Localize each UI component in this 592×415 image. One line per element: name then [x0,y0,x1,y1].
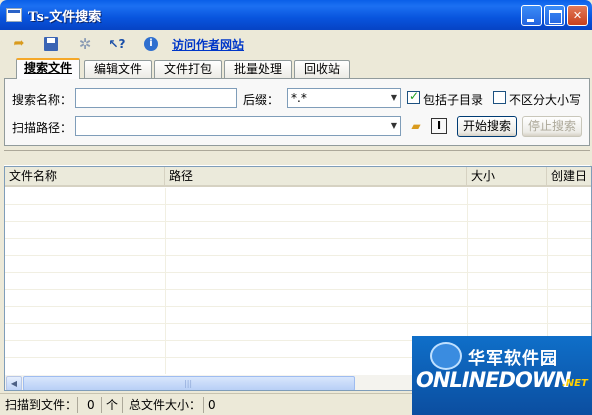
tab-batch-process[interactable]: 批量处理 [224,60,292,78]
column-header-created[interactable]: 创建日 [547,167,591,187]
stop-search-button[interactable]: 停止搜索 [522,116,582,137]
scanned-files-label: 扫描到文件： [2,397,78,413]
watermark-cn: 华军软件园 [468,349,558,369]
scroll-thumb[interactable] [23,376,355,390]
maximize-button[interactable] [544,5,565,26]
case-insensitive-checkbox[interactable] [493,91,506,104]
save-icon[interactable] [42,35,60,53]
scan-path-combobox[interactable]: ▼ [75,116,401,136]
column-divider [165,188,166,378]
case-insensitive-label: 不区分大小写 [509,93,582,107]
total-size-label: 总文件大小： [126,397,204,413]
tab-edit-files[interactable]: 编辑文件 [84,60,152,78]
chevron-down-icon[interactable]: ▼ [388,89,400,107]
list-header: 文件名称 路径 大小 创建日 [5,167,591,187]
column-header-filename[interactable]: 文件名称 [5,167,165,187]
title-bar[interactable]: Ts-文件搜索 ✕ [0,0,592,30]
scanned-files-unit: 个 [103,397,123,413]
start-search-button[interactable]: 开始搜索 [457,116,517,137]
info-icon[interactable] [142,35,160,53]
chevron-down-icon[interactable]: ▼ [388,117,400,135]
watermark-logo: 华军软件园 ONLINEDOWN .NET [412,336,592,415]
suffix-label: 后缀： [243,93,280,107]
window-title: Ts-文件搜索 [28,10,102,25]
horizontal-scrollbar[interactable]: ◀ [5,374,415,390]
splitter[interactable] [4,150,590,166]
suffix-value: *.* [291,91,307,105]
column-header-size[interactable]: 大小 [467,167,547,187]
mascot-icon [430,342,462,370]
visit-author-site-link[interactable]: 访问作者网站 [172,36,244,53]
scroll-left-icon[interactable]: ◀ [6,376,22,390]
watermark-net: .NET [562,378,588,389]
open-folder-icon[interactable]: ➦ [10,35,28,53]
suffix-combobox[interactable]: *.* ▼ [287,88,401,108]
scanned-files-count: 0 [84,397,102,413]
browse-folder-icon[interactable]: ▰ [408,118,424,134]
help-pointer-icon[interactable]: ↖? [108,35,126,53]
watermark-en: ONLINEDOWN [416,368,572,392]
text-cursor-icon[interactable]: I [431,118,447,134]
total-size-value: 0 [208,398,216,412]
settings-icon[interactable]: ✲ [76,35,94,53]
toolbar: ➦ ✲ ↖? 访问作者网站 [0,30,592,58]
include-subdirs-checkbox[interactable] [407,89,420,104]
column-header-path[interactable]: 路径 [165,167,467,187]
minimize-button[interactable] [521,5,542,26]
search-name-label: 搜索名称： [12,93,73,107]
tab-strip: 搜索文件 编辑文件 文件打包 批量处理 回收站 [0,58,592,79]
scan-path-label: 扫描路径： [12,121,73,135]
search-panel: 搜索名称： 后缀： *.* ▼ 包括子目录 不区分大小写 扫描路径： ▼ ▰ I… [4,78,590,146]
search-name-input[interactable] [75,88,237,108]
tab-pack-files[interactable]: 文件打包 [154,60,222,78]
app-icon [6,8,22,22]
close-button[interactable]: ✕ [567,5,588,26]
tab-search-files[interactable]: 搜索文件 [16,58,80,79]
include-subdirs-label: 包括子目录 [423,93,484,107]
tab-recycle-bin[interactable]: 回收站 [294,60,350,78]
